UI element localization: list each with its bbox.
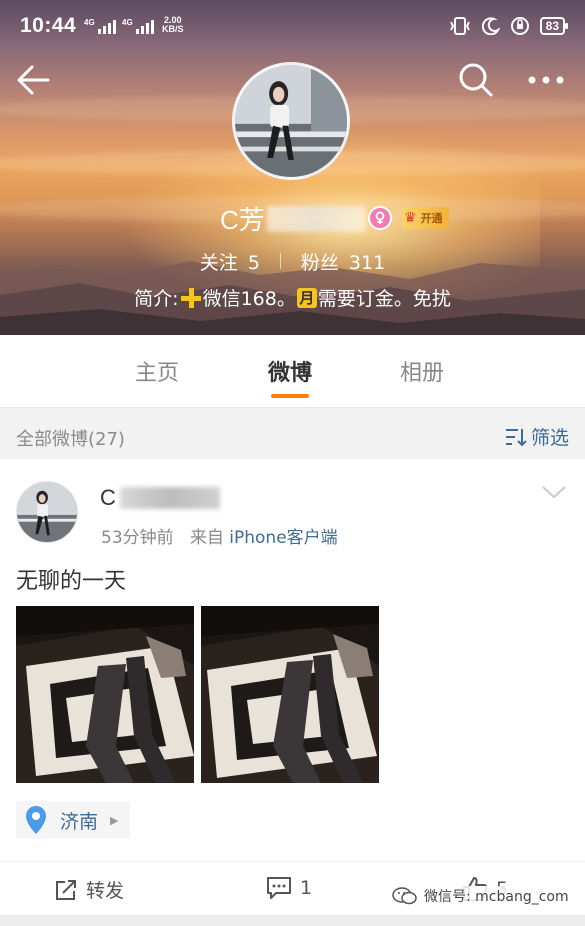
repost-icon	[56, 879, 76, 900]
repost-button[interactable]: 转发	[54, 876, 124, 903]
post-username[interactable]: C	[100, 485, 220, 511]
bio-text: 微信​168。	[202, 288, 296, 310]
comment-count: 1	[300, 877, 313, 899]
post-text: 无聊的一天	[16, 569, 127, 594]
filter-icon	[505, 428, 527, 446]
tab-weibo[interactable]: 微博	[268, 355, 312, 387]
signal-icon: 4G	[84, 18, 116, 34]
status-time: 10:44	[20, 14, 77, 37]
profile-tabs: 主页 微博 相册	[0, 335, 585, 407]
status-right: 83	[448, 16, 569, 36]
comment-icon	[267, 877, 291, 899]
followers-count: 311	[348, 252, 386, 274]
post-photo	[16, 606, 194, 783]
profile-name-text: C芳	[220, 205, 265, 235]
post-photo	[201, 606, 379, 783]
network-type: 4G	[84, 18, 95, 27]
avatar-photo	[17, 482, 77, 542]
profile-avatar[interactable]	[232, 62, 350, 180]
vip-badge[interactable]: ♛ 开通	[402, 207, 449, 229]
chevron-right-icon: ▶	[110, 813, 119, 827]
post-from-label: 来自	[189, 528, 224, 548]
watermark: 微信号: mcbang_com	[392, 886, 569, 906]
name-blur-mask	[119, 487, 220, 509]
location-label: 济南	[60, 810, 99, 833]
filter-button[interactable]: 筛选	[505, 423, 569, 450]
post-source[interactable]: iPhone客户端	[229, 528, 337, 548]
vip-label: 开通	[420, 212, 443, 225]
wechat-icon	[392, 887, 417, 905]
location-pin-icon	[22, 804, 50, 836]
network-speed-unit: KB/S	[162, 24, 184, 34]
repost-label: 转发	[86, 880, 125, 902]
profile-bio: 简介: 微信​168。 月 需要订金。免扰	[0, 284, 585, 311]
battery-icon: 83	[539, 17, 569, 35]
post-card[interactable]: C 53分钟前 来自 iPhone客户端 无聊的一天 济南 ▶ 转发 1	[0, 459, 585, 915]
signal-indicators: 4G 4G 2.00 KB/S	[84, 16, 184, 34]
post-username-text: C	[100, 485, 116, 510]
filter-bar: 全部微博(27) 筛选	[0, 407, 585, 459]
profile-name: C芳	[220, 200, 365, 237]
bio-text: 需要订金。免扰	[317, 288, 451, 310]
network-speed: 2.00 KB/S	[162, 16, 184, 34]
location-tag[interactable]: 济南 ▶	[16, 801, 131, 839]
post-image[interactable]	[16, 606, 194, 783]
followers-label: 粉丝	[300, 252, 339, 274]
following-label: 关注	[199, 252, 238, 274]
post-avatar[interactable]	[16, 481, 78, 543]
back-arrow-icon[interactable]	[14, 60, 54, 100]
name-blur-mask	[266, 205, 365, 232]
tab-album[interactable]: 相册	[400, 355, 444, 387]
bio-prefix: 简介:	[134, 288, 179, 310]
following-stat[interactable]: 关注 5	[200, 248, 260, 275]
more-icon[interactable]	[524, 60, 568, 100]
active-tab-indicator	[271, 394, 309, 398]
female-icon	[368, 206, 392, 230]
tab-home[interactable]: 主页	[135, 355, 179, 387]
followers-stat[interactable]: 粉丝 311	[301, 248, 385, 275]
moon-icon	[481, 17, 500, 35]
status-bar: 10:44 4G 4G 2.00 KB/S 83	[0, 0, 585, 52]
search-icon[interactable]	[456, 60, 496, 100]
post-meta: 53分钟前 来自 iPhone客户端	[101, 523, 338, 548]
post-count-title: 全部微博(27)	[16, 429, 125, 450]
network-type: 4G	[122, 18, 133, 27]
watermark-text: 微信号: mcbang_com	[424, 889, 569, 905]
profile-header: 10:44 4G 4G 2.00 KB/S 83 C芳 ♛ 开通 关注 5 粉丝…	[0, 0, 585, 335]
bottom-divider	[0, 915, 585, 926]
post-image[interactable]	[201, 606, 379, 783]
crown-icon: ♛	[404, 210, 417, 226]
comment-button[interactable]: 1	[266, 876, 312, 900]
vibrate-icon	[449, 17, 470, 35]
post-time: 53分钟前	[101, 528, 174, 548]
chevron-down-icon[interactable]	[541, 483, 567, 501]
follow-stats: 关注 5 粉丝 311	[0, 248, 585, 275]
following-count: 5	[247, 252, 260, 274]
month-emoji-icon: 月	[296, 287, 317, 308]
signal-icon: 4G	[122, 18, 154, 34]
plus-emoji-icon	[180, 287, 201, 308]
avatar-photo	[235, 65, 347, 177]
background-mountains	[0, 261, 585, 335]
divider	[279, 253, 281, 269]
filter-label: 筛选	[530, 427, 569, 449]
data-saver-icon	[510, 17, 529, 35]
